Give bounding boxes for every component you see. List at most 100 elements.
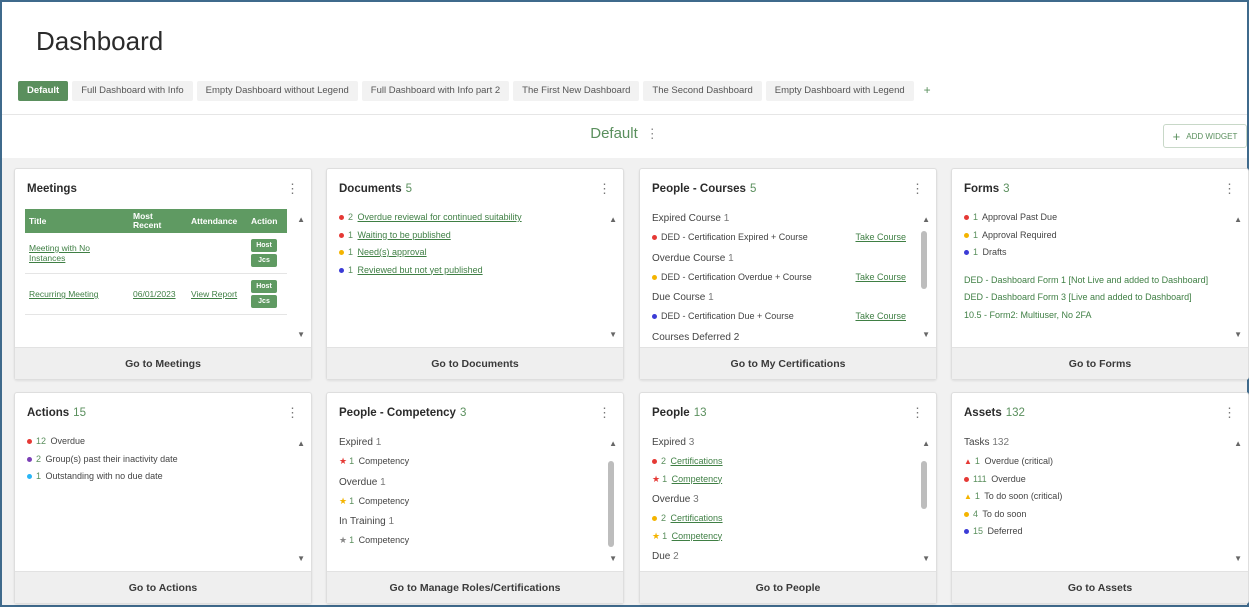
people-courses-widget: People - Courses 5 ⋮ Expired Course 1 DED… xyxy=(639,168,937,380)
table-header-row: Title Most Recent Attendance Action xyxy=(25,209,287,233)
list-item: 15 Deferred xyxy=(964,523,1218,541)
scroll-down-icon[interactable]: ▼ xyxy=(922,330,930,339)
widget-menu-icon[interactable]: ⋮ xyxy=(1223,405,1236,421)
take-course-link[interactable]: Take Course xyxy=(855,229,906,247)
scrollbar-thumb[interactable] xyxy=(921,231,927,289)
group-heading: Expired 1 xyxy=(339,437,382,448)
document-link[interactable]: Overdue reviewal for continued suitabili… xyxy=(358,212,522,222)
scrollbar-thumb[interactable] xyxy=(921,461,927,509)
widget-menu-icon[interactable]: ⋮ xyxy=(1223,181,1236,197)
tab-empty-dashboard-without-legend[interactable]: Empty Dashboard without Legend xyxy=(196,81,358,101)
go-to-meetings-button[interactable]: Go to Meetings xyxy=(15,347,311,379)
column-header: Most Recent xyxy=(129,209,187,233)
dashboard-tabs: Default Full Dashboard with Info Empty D… xyxy=(18,80,937,102)
status-dot xyxy=(339,250,344,256)
document-link[interactable]: Reviewed but not yet published xyxy=(358,265,483,275)
scroll-up-icon[interactable]: ▲ xyxy=(609,439,617,448)
scroll-down-icon[interactable]: ▼ xyxy=(922,554,930,563)
dashboard-header: Default ⋮ + ADD WIDGET xyxy=(2,114,1247,158)
jcs-button[interactable]: Jcs xyxy=(251,254,277,267)
list-item: ★ 1 Competency xyxy=(652,473,723,484)
form-link[interactable]: DED - Dashboard Form 3 [Live and added t… xyxy=(964,289,1218,307)
go-to-forms-button[interactable]: Go to Forms xyxy=(952,347,1248,379)
add-widget-button[interactable]: + ADD WIDGET xyxy=(1163,124,1247,148)
status-dot xyxy=(964,511,969,517)
widget-menu-icon[interactable]: ⋮ xyxy=(286,181,299,197)
jcs-button[interactable]: Jcs xyxy=(251,295,277,308)
table-row: Meeting with No Instances Host Jcs xyxy=(25,233,287,274)
status-dot xyxy=(652,459,657,465)
scroll-up-icon[interactable]: ▲ xyxy=(922,439,930,448)
widget-menu-icon[interactable]: ⋮ xyxy=(598,181,611,197)
scroll-down-icon[interactable]: ▼ xyxy=(1234,554,1242,563)
scroll-down-icon[interactable]: ▼ xyxy=(297,554,305,563)
group-heading: Tasks 132 xyxy=(964,437,1010,448)
certifications-link[interactable]: Certifications xyxy=(671,456,723,466)
meeting-recent-link[interactable]: 06/01/2023 xyxy=(133,289,176,299)
status-dot xyxy=(964,476,969,482)
host-button[interactable]: Host xyxy=(251,239,277,252)
widget-title: Forms xyxy=(964,183,1000,195)
tab-empty-dashboard-with-legend[interactable]: Empty Dashboard with Legend xyxy=(765,81,914,101)
list-item: 1 Outstanding with no due date xyxy=(27,468,281,486)
meeting-title-link[interactable]: Recurring Meeting xyxy=(29,289,98,299)
scroll-up-icon[interactable]: ▲ xyxy=(1234,439,1242,448)
competency-link[interactable]: Competency xyxy=(672,474,723,484)
go-to-manage-roles-button[interactable]: Go to Manage Roles/Certifications xyxy=(327,571,623,603)
tab-second-dashboard[interactable]: The Second Dashboard xyxy=(643,81,762,101)
widget-count: 5 xyxy=(405,183,413,195)
tab-default[interactable]: Default xyxy=(18,81,69,101)
group-heading: Expired 3 xyxy=(652,437,695,448)
widget-menu-icon[interactable]: ⋮ xyxy=(911,181,924,197)
go-to-assets-button[interactable]: Go to Assets xyxy=(952,571,1248,603)
scroll-down-icon[interactable]: ▼ xyxy=(609,554,617,563)
tab-first-new-dashboard[interactable]: The First New Dashboard xyxy=(513,81,640,101)
list-item: 1 Drafts xyxy=(964,244,1218,262)
go-to-actions-button[interactable]: Go to Actions xyxy=(15,571,311,603)
add-tab-button[interactable]: + xyxy=(918,81,937,101)
list-item: 2 Group(s) past their inactivity date xyxy=(27,451,281,469)
go-to-my-certifications-button[interactable]: Go to My Certifications xyxy=(640,347,936,379)
status-dot xyxy=(27,456,32,462)
widget-title: People - Courses xyxy=(652,183,746,195)
star-icon: ★ xyxy=(652,473,661,484)
dashboard-menu-icon[interactable]: ⋮ xyxy=(646,126,659,141)
take-course-link[interactable]: Take Course xyxy=(855,308,906,326)
widget-menu-icon[interactable]: ⋮ xyxy=(286,405,299,421)
go-to-documents-button[interactable]: Go to Documents xyxy=(327,347,623,379)
widget-count: 5 xyxy=(749,183,757,195)
group-heading: Due Course 1 xyxy=(652,292,714,303)
certifications-link[interactable]: Certifications xyxy=(671,513,723,523)
form-link[interactable]: DED - Dashboard Form 1 [Not Live and add… xyxy=(964,272,1218,290)
widget-menu-icon[interactable]: ⋮ xyxy=(598,405,611,421)
competency-link[interactable]: Competency xyxy=(672,531,723,541)
scroll-down-icon[interactable]: ▼ xyxy=(609,330,617,339)
tab-full-dashboard-with-info-part-2[interactable]: Full Dashboard with Info part 2 xyxy=(361,81,510,101)
form-link[interactable]: 10.5 - Form2: Multiuser, No 2FA xyxy=(964,307,1218,325)
document-link[interactable]: Need(s) approval xyxy=(358,247,427,257)
warning-triangle-icon: ▲ xyxy=(964,492,972,501)
scrollbar-thumb[interactable] xyxy=(608,461,614,547)
take-course-link[interactable]: Take Course xyxy=(855,269,906,287)
document-link[interactable]: Waiting to be published xyxy=(358,230,451,240)
scroll-up-icon[interactable]: ▲ xyxy=(609,215,617,224)
meeting-attendance-link[interactable]: View Report xyxy=(191,289,237,299)
scroll-up-icon[interactable]: ▲ xyxy=(922,215,930,224)
tab-full-dashboard-with-info[interactable]: Full Dashboard with Info xyxy=(72,81,193,101)
widget-menu-icon[interactable]: ⋮ xyxy=(911,405,924,421)
widget-count: 132 xyxy=(1005,407,1025,419)
meeting-title-link[interactable]: Meeting with No Instances xyxy=(29,243,90,263)
widget-count: 3 xyxy=(1003,183,1010,195)
scroll-down-icon[interactable]: ▼ xyxy=(297,330,305,339)
scroll-down-icon[interactable]: ▼ xyxy=(1234,330,1242,339)
scroll-up-icon[interactable]: ▲ xyxy=(297,215,305,224)
host-button[interactable]: Host xyxy=(251,280,277,293)
go-to-people-button[interactable]: Go to People xyxy=(640,571,936,603)
group-heading: In Training 1 xyxy=(339,516,395,527)
scroll-up-icon[interactable]: ▲ xyxy=(1234,215,1242,224)
list-item: 2 Certifications xyxy=(652,510,906,528)
widget-title: Actions xyxy=(27,407,70,419)
group-heading: Courses Deferred 2 xyxy=(652,331,740,343)
status-dot xyxy=(27,439,32,445)
scroll-up-icon[interactable]: ▲ xyxy=(297,439,305,448)
